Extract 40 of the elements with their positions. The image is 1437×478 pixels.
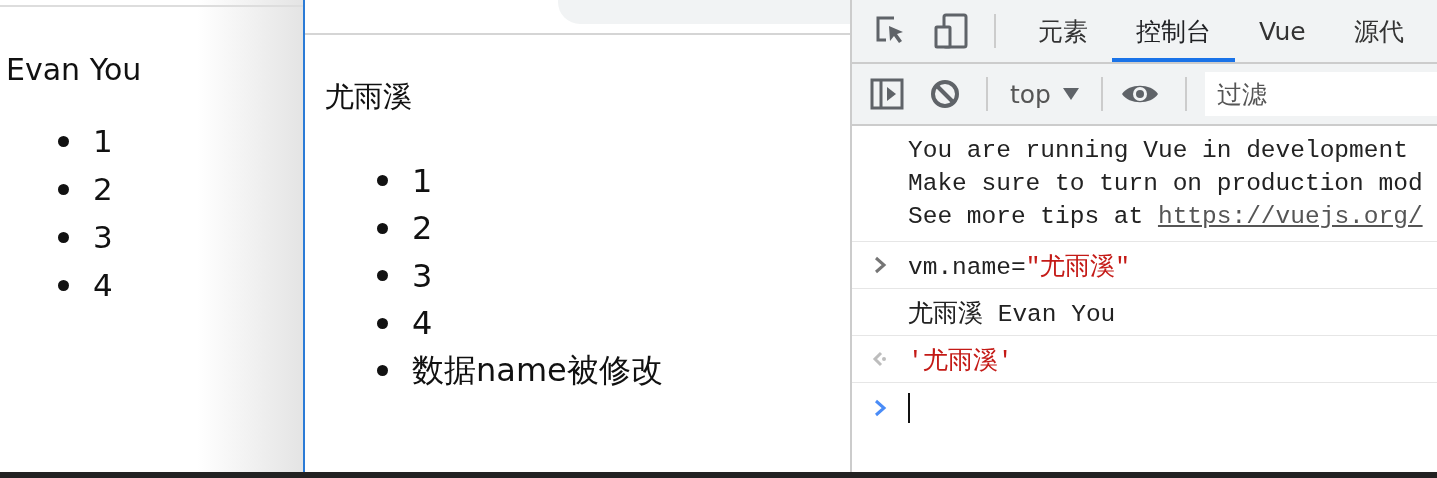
devtools-tab[interactable]: 源代 (1329, 0, 1428, 62)
prompt-icon (873, 399, 887, 417)
list-item: 1 (412, 161, 433, 200)
link[interactable]: https://vuejs.org/ (1157, 203, 1423, 230)
bullet-icon (58, 231, 69, 243)
list-item: 数据name被修改 (412, 349, 663, 391)
list-item: 4 (93, 267, 113, 303)
address-field[interactable] (558, 0, 850, 24)
list-item: 4 (412, 304, 433, 343)
bullet-icon (377, 365, 388, 377)
console-message: See more tips at (908, 203, 1145, 230)
console-message: 尤雨溪 Evan You (908, 299, 1116, 329)
page-heading: Evan You (6, 52, 143, 87)
context-dropdown[interactable]: top (1006, 79, 1083, 109)
devtools-tab[interactable]: 元素 (1014, 0, 1112, 62)
sidebar-icon[interactable] (870, 78, 904, 110)
bullet-icon (58, 279, 69, 291)
bullet-icon (58, 135, 69, 147)
chevron-icon (873, 256, 887, 274)
bullet-icon (377, 222, 388, 234)
bullet-icon (377, 175, 388, 187)
list-item: 3 (93, 219, 113, 255)
console-message: You are running Vue in development (908, 136, 1409, 166)
result-text: '尤雨溪' (908, 346, 1013, 376)
page-heading: 尤雨溪 (325, 78, 413, 115)
filter-field[interactable]: 过滤 (1204, 72, 1437, 116)
clear-icon[interactable] (930, 79, 960, 109)
devtools-tab[interactable]: Vue (1235, 0, 1330, 62)
command-text: vm.name="尤雨溪" (908, 252, 1131, 282)
result-arrow-icon (872, 351, 888, 367)
bullet-icon (377, 317, 388, 329)
bullet-icon (58, 183, 69, 195)
list-item: 3 (412, 256, 433, 295)
caret-icon (1062, 88, 1079, 100)
list-item: 1 (93, 123, 113, 159)
console-message: Make sure to turn on production mod (908, 169, 1423, 199)
device-icon[interactable] (934, 13, 968, 49)
bullet-icon (377, 270, 388, 282)
list-item: 2 (412, 209, 433, 248)
list-item: 2 (93, 171, 113, 207)
